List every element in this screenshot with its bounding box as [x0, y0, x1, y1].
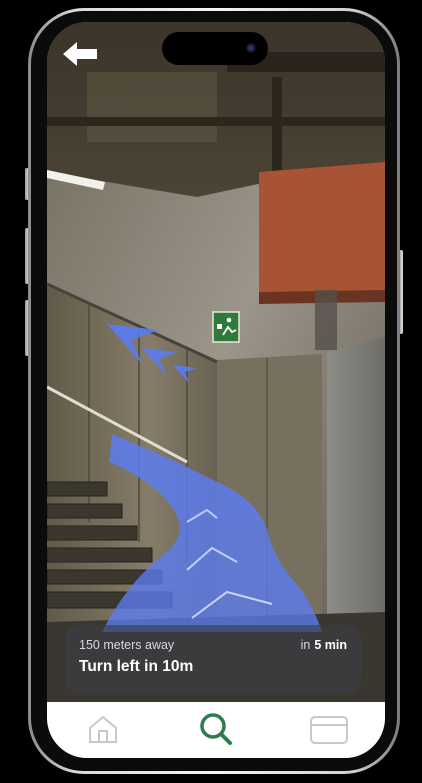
phone-screen: 150 meters away in 5 min Turn left in 10… [47, 22, 385, 758]
info-row: 150 meters away in 5 min [79, 638, 347, 652]
search-icon [200, 713, 232, 745]
back-arrow-icon [63, 42, 97, 66]
eta: in 5 min [301, 638, 347, 652]
home-icon [89, 715, 117, 743]
distance-text: 150 meters away [79, 638, 175, 652]
page: 150 meters away in 5 min Turn left in 10… [0, 0, 422, 783]
tab-home[interactable] [47, 702, 159, 758]
bottom-tab-bar [47, 702, 385, 758]
navigation-info-card[interactable]: 150 meters away in 5 min Turn left in 10… [65, 625, 361, 693]
tab-search[interactable] [160, 702, 272, 758]
card-icon [310, 716, 348, 744]
eta-value: 5 min [314, 638, 347, 652]
emergency-exit-sign-icon [212, 311, 240, 343]
turn-instruction: Turn left in 10m [79, 658, 194, 675]
front-camera [246, 43, 256, 53]
eta-prefix: in [300, 638, 311, 652]
tab-card[interactable] [273, 702, 385, 758]
back-button[interactable] [61, 38, 101, 70]
ar-camera-view [47, 22, 385, 702]
dynamic-island [162, 32, 268, 65]
